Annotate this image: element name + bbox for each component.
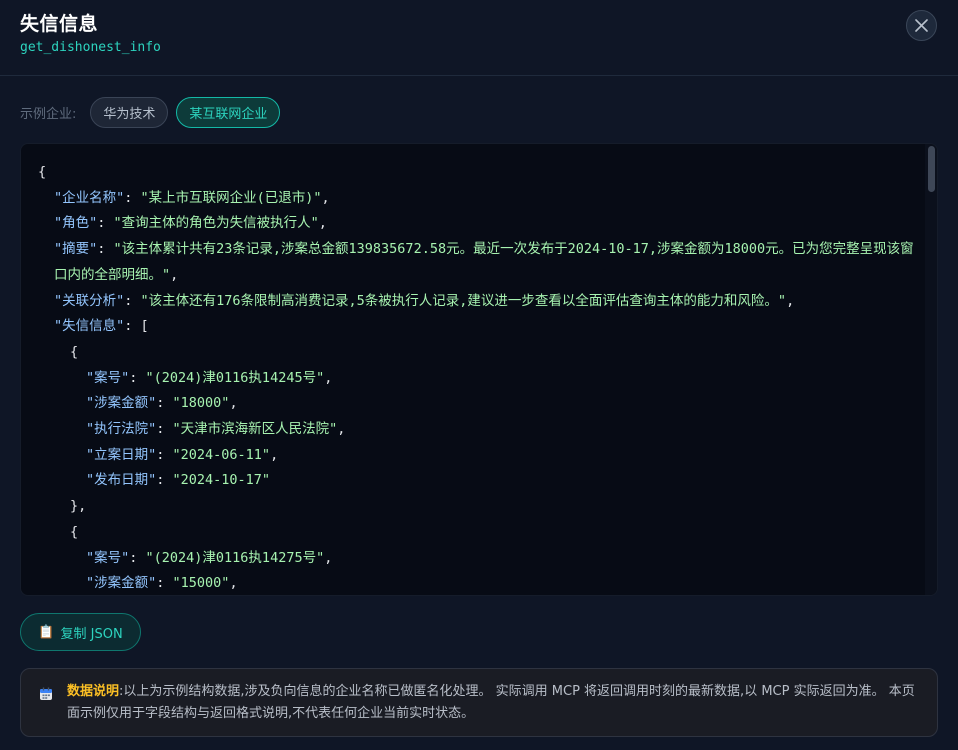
json-key: "立案日期" [86,446,157,463]
close-button[interactable] [906,10,937,41]
json-key: "案号" [86,369,130,386]
notice-text: 数据说明:以上为示例结构数据,涉及负向信息的企业名称已做匿名化处理。 实际调用 … [67,681,923,725]
example-company-selector: 示例企业: 华为技术 某互联网企业 [20,96,288,128]
json-code: {"企业名称": "某上市互联网企业(已退市)", "角色": "查询主体的角色为… [38,160,918,595]
json-punctuation: : [ [124,318,149,335]
json-value: "2024-10-17" [172,472,271,489]
json-line: "涉案金额": "18000", [38,391,918,417]
chip-internet-company[interactable]: 某互联网企业 [176,96,281,128]
json-punctuation: , [170,266,179,283]
examples-label: 示例企业: [20,106,77,122]
modal-title: 失信信息 [20,13,99,35]
json-punctuation: : [156,421,173,438]
json-line: "案号": "(2024)津0116执14275号", [38,546,918,572]
json-line: "涉案金额": "15000", [38,571,918,595]
json-punctuation: , [337,421,346,438]
json-key: "执行法院" [86,421,157,438]
json-key: "关联分析" [54,292,125,309]
json-line: "企业名称": "某上市互联网企业(已退市)", [38,186,918,212]
json-punctuation: , [324,549,333,566]
json-key: "涉案金额" [86,575,157,592]
chip-huawei[interactable]: 华为技术 [90,96,169,128]
json-viewer[interactable]: {"企业名称": "某上市互联网企业(已退市)", "角色": "查询主体的角色为… [20,143,938,596]
modal-header: 失信信息 get_dishonest_info [0,0,958,76]
json-punctuation: : [156,446,173,463]
json-line: "关联分析": "该主体还有176条限制高消费记录,5条被执行人记录,建议进一步… [38,289,918,315]
json-punctuation: , [270,446,279,463]
notice-heading: 数据说明 [67,684,120,699]
scrollbar-thumb[interactable] [928,146,935,192]
json-punctuation: , [786,292,795,309]
json-punctuation: : [124,292,141,309]
json-punctuation: : [156,395,173,412]
json-punctuation: : [156,472,173,489]
copy-json-label: 复制 JSON [60,626,123,642]
data-notice: 数据说明:以上为示例结构数据,涉及负向信息的企业名称已做匿名化处理。 实际调用 … [20,668,938,737]
json-line: }, [38,494,918,520]
json-key: "角色" [54,215,98,232]
json-punctuation: , [229,575,238,592]
json-line: "立案日期": "2024-06-11", [38,443,918,469]
json-punctuation: : [129,369,146,386]
json-value: "该主体还有176条限制高消费记录,5条被执行人记录,建议进一步查看以全面评估查… [140,292,787,309]
notice-body: :以上为示例结构数据,涉及负向信息的企业名称已做匿名化处理。 实际调用 MCP … [67,684,915,721]
json-key: "摘要" [54,241,98,258]
json-line: { [38,160,918,186]
json-value: "该主体累计共有23条记录,涉案总金额139835672.58元。最近一次发布于… [54,241,914,283]
json-value: "查询主体的角色为失信被执行人" [113,215,319,232]
json-value: "天津市滨海新区人民法院" [172,421,338,438]
clipboard-icon: 📋 [38,624,55,640]
json-line: "发布日期": "2024-10-17" [38,468,918,494]
json-line: "角色": "查询主体的角色为失信被执行人", [38,211,918,237]
json-value: "(2024)津0116执14245号" [145,369,325,386]
json-key: "涉案金额" [86,395,157,412]
json-key: "发布日期" [86,472,157,489]
json-punctuation: , [321,189,330,206]
json-line: { [38,520,918,546]
tool-name: get_dishonest_info [20,40,161,55]
json-punctuation: : [124,189,141,206]
json-punctuation: , [229,395,238,412]
json-punctuation: }, [70,498,87,515]
json-punctuation: { [70,343,79,360]
scrollbar[interactable] [925,144,937,595]
calendar-icon [40,687,52,700]
copy-json-button[interactable]: 📋 复制 JSON [20,613,141,651]
json-punctuation: , [318,215,327,232]
json-value: "18000" [172,395,230,412]
json-key: "失信信息" [54,318,125,335]
json-key: "案号" [86,549,130,566]
json-line: "失信信息": [ [38,314,918,340]
json-line: "摘要": "该主体累计共有23条记录,涉案总金额139835672.58元。最… [38,237,918,288]
close-icon [915,19,928,32]
json-value: "某上市互联网企业(已退市)" [140,189,322,206]
json-value: "15000" [172,575,230,592]
json-punctuation: { [70,523,79,540]
json-punctuation: : [97,215,114,232]
json-punctuation: : [129,549,146,566]
json-punctuation: , [324,369,333,386]
json-line: { [38,340,918,366]
json-value: "2024-06-11" [172,446,271,463]
json-punctuation: { [38,164,47,180]
json-punctuation: : [156,575,173,592]
json-key: "企业名称" [54,189,125,206]
json-value: "(2024)津0116执14275号" [145,549,325,566]
json-line: "案号": "(2024)津0116执14245号", [38,366,918,392]
json-punctuation: : [97,241,114,258]
json-line: "执行法院": "天津市滨海新区人民法院", [38,417,918,443]
